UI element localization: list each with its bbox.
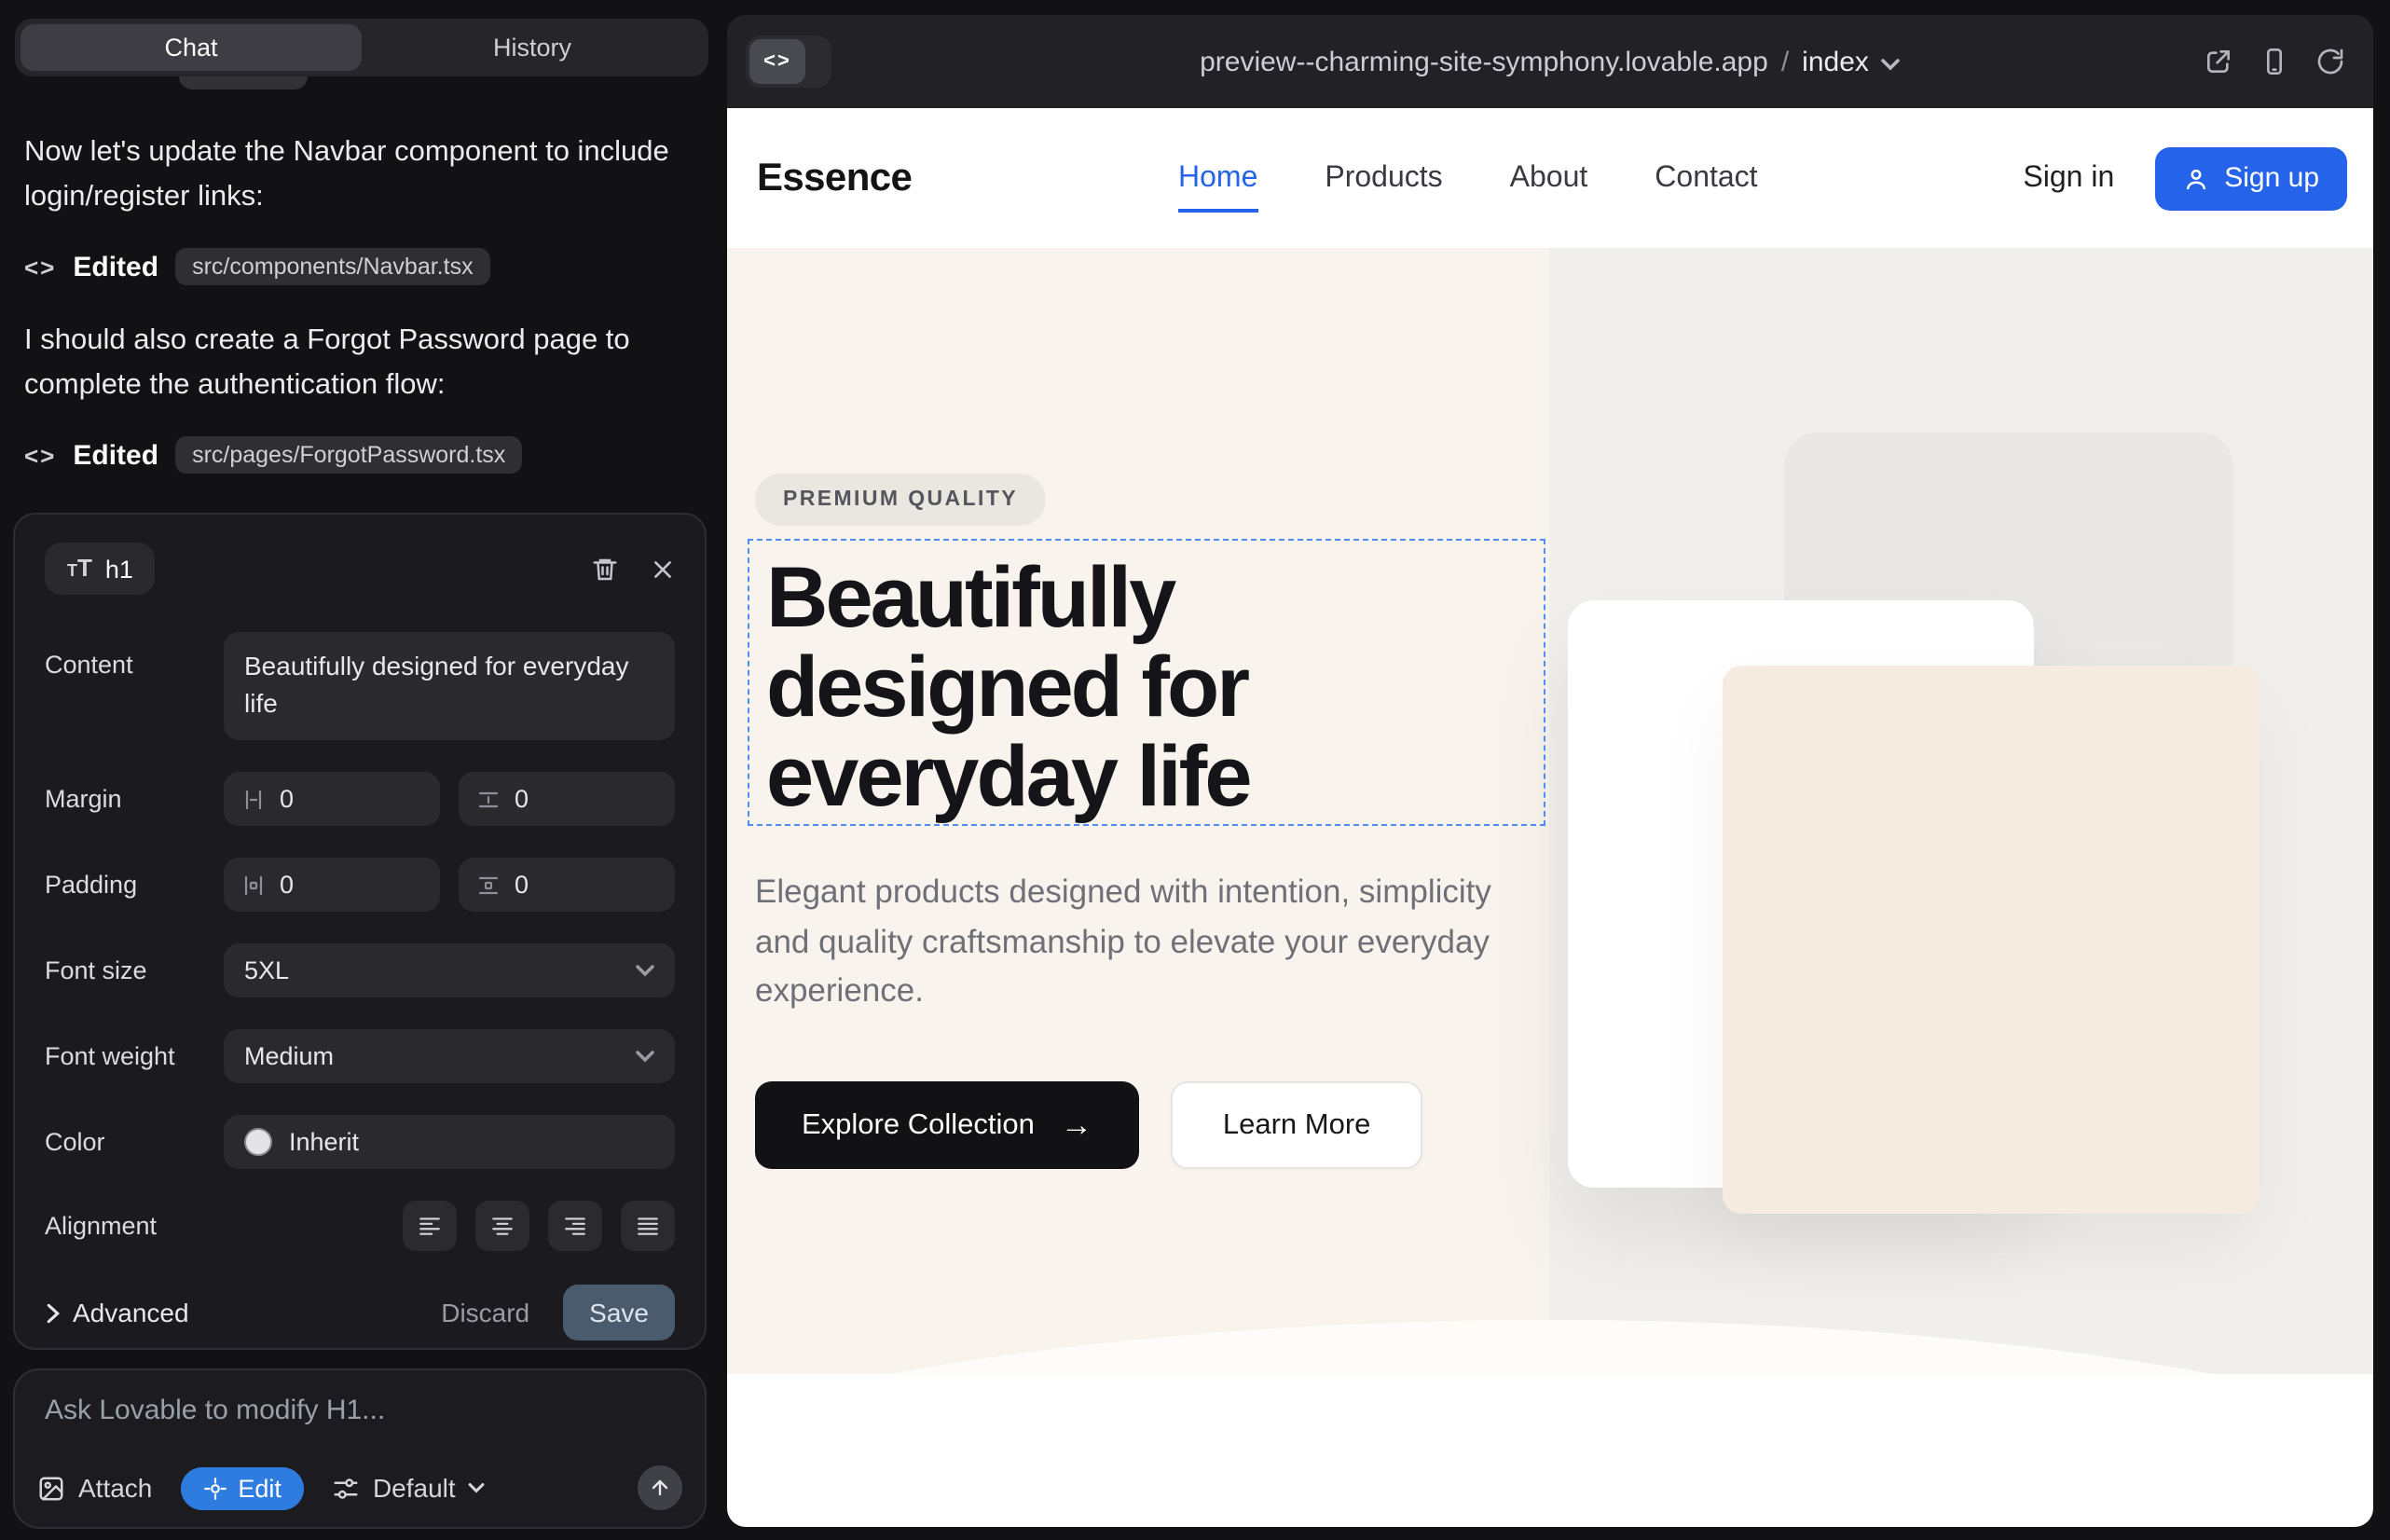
edited-label: Edited xyxy=(73,251,158,282)
align-left-button[interactable] xyxy=(403,1201,457,1251)
chat-message: I should also create a Forgot Password p… xyxy=(24,319,710,406)
file-chip[interactable]: src/pages/ForgotPassword.tsx xyxy=(175,436,522,474)
hero-subtext: Elegant products designed with intention… xyxy=(755,867,1501,1015)
image-icon xyxy=(37,1474,65,1502)
nav-link-products[interactable]: Products xyxy=(1325,161,1442,195)
element-tag-label: h1 xyxy=(105,555,133,583)
margin-y-input[interactable]: 0 xyxy=(459,772,675,826)
code-icon: <> xyxy=(24,253,56,281)
decorative-card-cream xyxy=(1723,666,2260,1214)
inspect-icon xyxy=(202,1476,227,1500)
edited-label: Edited xyxy=(73,439,158,471)
font-size-select[interactable]: 5XL xyxy=(224,943,675,997)
chat-panel: Chat History Now let's update the Navbar… xyxy=(0,0,725,1540)
selected-element-outline[interactable]: Beautifully designed for everyday life xyxy=(748,539,1545,826)
element-tag-pill: TT h1 xyxy=(45,543,156,595)
chevron-down-icon xyxy=(636,1050,654,1063)
open-external-icon[interactable] xyxy=(2204,47,2233,76)
edit-mode-button[interactable]: Edit xyxy=(180,1466,304,1509)
chevron-down-icon xyxy=(636,964,654,977)
margin-label: Margin xyxy=(45,785,224,813)
mobile-view-icon[interactable] xyxy=(2260,47,2289,76)
chevron-down-icon xyxy=(469,1482,486,1493)
content-label: Content xyxy=(45,632,224,679)
chevron-down-icon xyxy=(1882,57,1901,70)
browser-chrome: <> preview--charming-site-symphony.lovab… xyxy=(727,15,2373,108)
edited-file-row: <> Edited src/pages/ForgotPassword.tsx xyxy=(24,436,522,474)
hero-headline[interactable]: Beautifully designed for everyday life xyxy=(749,541,1544,820)
file-chip[interactable]: src/components/Navbar.tsx xyxy=(175,248,490,285)
alignment-label: Alignment xyxy=(45,1212,224,1240)
premium-badge: PREMIUM QUALITY xyxy=(755,474,1046,526)
color-label: Color xyxy=(45,1128,224,1156)
nav-link-about[interactable]: About xyxy=(1510,161,1588,195)
margin-x-input[interactable]: 0 xyxy=(224,772,440,826)
url-host: preview--charming-site-symphony.lovable.… xyxy=(1200,46,1768,77)
code-icon: <> xyxy=(24,441,56,469)
advanced-toggle[interactable]: Advanced xyxy=(45,1298,189,1327)
text-size-icon: TT xyxy=(67,552,92,585)
margin-horizontal-icon xyxy=(242,788,265,810)
nav-link-home[interactable]: Home xyxy=(1178,161,1257,195)
send-button[interactable] xyxy=(638,1465,682,1510)
close-icon[interactable] xyxy=(651,557,675,581)
refresh-icon[interactable] xyxy=(2315,47,2345,76)
save-button[interactable]: Save xyxy=(563,1285,675,1341)
prompt-box: Attach Edit Default xyxy=(13,1368,707,1529)
prompt-input[interactable] xyxy=(45,1395,675,1426)
url-path: index xyxy=(1802,46,1869,77)
nav-link-contact[interactable]: Contact xyxy=(1655,161,1757,195)
delete-element-icon[interactable] xyxy=(591,555,619,583)
url-separator: / xyxy=(1781,46,1789,77)
sign-in-link[interactable]: Sign in xyxy=(2023,161,2114,195)
element-editor-panel: TT h1 Content Beautifully designed for e… xyxy=(13,513,707,1350)
default-model-button[interactable]: Default xyxy=(332,1473,486,1503)
edited-file-row: <> Edited src/components/Navbar.tsx xyxy=(24,248,490,285)
user-icon xyxy=(2183,165,2209,191)
sign-up-button[interactable]: Sign up xyxy=(2155,146,2347,210)
font-weight-select[interactable]: Medium xyxy=(224,1029,675,1083)
padding-x-input[interactable]: 0 xyxy=(224,858,440,912)
tab-chat[interactable]: Chat xyxy=(21,24,362,71)
padding-horizontal-icon xyxy=(242,873,265,896)
arrow-right-icon: → xyxy=(1061,1107,1092,1144)
site-viewport: Essence Home Products About Contact Sign… xyxy=(727,108,2373,1527)
align-justify-button[interactable] xyxy=(621,1201,675,1251)
chat-history-tabs: Chat History xyxy=(15,19,708,76)
learn-more-button[interactable]: Learn More xyxy=(1171,1081,1423,1169)
attach-button[interactable]: Attach xyxy=(37,1473,152,1503)
margin-vertical-icon xyxy=(477,788,500,810)
tab-history[interactable]: History xyxy=(362,24,703,71)
font-weight-label: Font weight xyxy=(45,1042,224,1070)
color-swatch xyxy=(244,1128,272,1156)
color-select[interactable]: Inherit xyxy=(224,1115,675,1169)
padding-label: Padding xyxy=(45,871,224,899)
hero-section: PREMIUM QUALITY Beautifully designed for… xyxy=(727,248,2373,1374)
sliders-icon xyxy=(332,1474,360,1502)
site-brand[interactable]: Essence xyxy=(757,108,912,248)
discard-button[interactable]: Discard xyxy=(441,1298,529,1327)
explore-collection-button[interactable]: Explore Collection → xyxy=(755,1081,1139,1169)
app-root: Chat History Now let's update the Navbar… xyxy=(0,0,2390,1540)
padding-y-input[interactable]: 0 xyxy=(459,858,675,912)
font-size-label: Font size xyxy=(45,956,224,984)
align-right-button[interactable] xyxy=(548,1201,602,1251)
url-bar[interactable]: preview--charming-site-symphony.lovable.… xyxy=(727,15,2373,108)
align-center-button[interactable] xyxy=(475,1201,529,1251)
padding-vertical-icon xyxy=(477,873,500,896)
chat-message: Now let's update the Navbar component to… xyxy=(24,131,710,218)
content-input[interactable]: Beautifully designed for everyday life xyxy=(224,632,675,740)
preview-browser-frame: <> preview--charming-site-symphony.lovab… xyxy=(727,15,2373,1527)
site-navbar: Essence Home Products About Contact Sign… xyxy=(727,108,2373,248)
